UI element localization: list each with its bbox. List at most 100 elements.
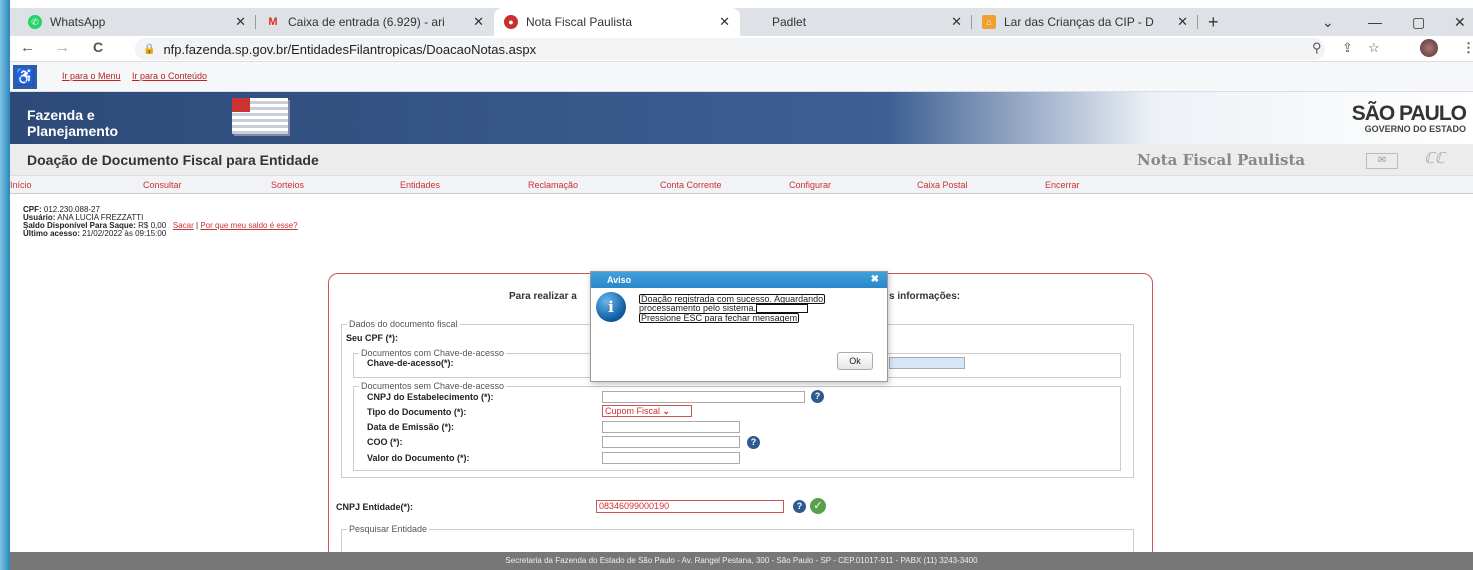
profile-avatar[interactable]: [1420, 39, 1438, 57]
main-menu: Início Consultar Sorteios Entidades Recl…: [10, 176, 1473, 194]
forward-button[interactable]: →: [55, 39, 70, 56]
home-icon: ⌂: [982, 15, 996, 29]
share-icon[interactable]: ⇪: [1342, 40, 1353, 56]
nfp-favicon-icon: ●: [504, 15, 518, 29]
message-line-2: processamento pelo sistema.: [639, 303, 757, 313]
fiscal-document-legend: Dados do documento fiscal: [349, 319, 458, 329]
nfp-logo-icon: ℂℂ: [1424, 150, 1445, 167]
left-decoration: [0, 0, 10, 570]
menu-item-sorteios[interactable]: Sorteios: [271, 180, 304, 190]
cnpj-estab-input[interactable]: [602, 391, 805, 403]
dialog-title: Aviso: [607, 275, 632, 285]
balance-help-link[interactable]: Por que meu saldo é esse?: [200, 221, 297, 230]
no-key-legend: Documentos sem Chave-de-acesso: [361, 381, 505, 391]
sao-paulo-government-logo: SÃO PAULO GOVERNO DO ESTADO: [1352, 103, 1467, 134]
dialog-message: Doação registrada com sucesso. Aguardand…: [639, 294, 865, 323]
menu-skip-link[interactable]: Ir para o Menu: [62, 71, 121, 81]
menu-item-entidades[interactable]: Entidades: [400, 180, 440, 190]
doc-type-select[interactable]: Cupom Fiscal ⌄: [602, 405, 692, 417]
tab-title: Lar das Crianças da CIP - Do: [1004, 15, 1154, 29]
close-tab-icon[interactable]: ✕: [719, 14, 730, 30]
lock-icon: 🔒: [143, 43, 156, 55]
help-icon[interactable]: ?: [793, 500, 806, 513]
tab-title: Caixa de entrada (6.929) - ari: [288, 15, 445, 29]
url-text: nfp.fazenda.sp.gov.br/EntidadesFilantrop…: [163, 41, 537, 57]
chevron-down-icon: ⌄: [662, 406, 671, 416]
accessibility-icon[interactable]: ♿: [13, 65, 37, 89]
url-field[interactable]: 🔒 nfp.fazenda.sp.gov.br/EntidadesFilantr…: [135, 38, 1325, 60]
maximize-button[interactable]: ▢: [1412, 8, 1425, 36]
tab-padlet[interactable]: Padlet ✕: [740, 8, 972, 36]
text-cursor-box: [756, 304, 809, 313]
menu-item-reclamacao[interactable]: Reclamação: [528, 180, 578, 190]
access-key-legend: Documentos com Chave-de-acesso: [361, 348, 505, 358]
close-tab-icon[interactable]: ✕: [235, 14, 246, 30]
coo-label: COO (*):: [367, 437, 403, 447]
entity-cnpj-label: CNPJ Entidade(*):: [336, 502, 414, 512]
close-dialog-icon[interactable]: ✖: [871, 272, 879, 288]
tab-title: Padlet: [772, 15, 807, 29]
cpf-field-label: Seu CPF (*):: [346, 333, 399, 343]
accessibility-bar: ♿ Ir para o Menu Ir para o Conteúdo: [10, 62, 1473, 92]
message-line-3: Pressione ESC para fechar mensagem: [639, 313, 800, 323]
link-separator: |: [196, 221, 199, 230]
zoom-icon[interactable]: ⚲: [1312, 40, 1322, 56]
menu-item-caixa-postal[interactable]: Caixa Postal: [917, 180, 968, 190]
last-access-value: 21/02/2022 às 09:15:00: [82, 229, 167, 238]
tab-nota-fiscal-paulista[interactable]: ● Nota Fiscal Paulista ✕: [494, 8, 740, 36]
emission-date-input[interactable]: [602, 421, 740, 433]
page-title-bar: Doação de Documento Fiscal para Entidade…: [10, 144, 1473, 176]
mail-icon[interactable]: ✉: [1366, 153, 1398, 169]
reload-button[interactable]: C: [93, 39, 103, 55]
cnpj-estab-label: CNPJ do Estabelecimento (*):: [367, 392, 494, 402]
doc-type-label: Tipo do Documento (*):: [367, 407, 467, 417]
coo-input[interactable]: [602, 436, 740, 448]
tab-whatsapp[interactable]: ✆ WhatsApp ✕: [18, 8, 256, 36]
org-logo-text: Fazenda e Planejamento: [27, 107, 118, 139]
emission-date-label: Data de Emissão (*):: [367, 422, 455, 432]
document-value-input[interactable]: [602, 452, 740, 464]
access-key-input[interactable]: [889, 357, 965, 369]
valid-check-icon: ✓: [810, 498, 826, 514]
tab-title: WhatsApp: [50, 15, 106, 29]
padlet-icon: [750, 15, 764, 29]
tab-gmail[interactable]: M Caixa de entrada (6.929) - ari ✕: [256, 8, 494, 36]
tab-title: Nota Fiscal Paulista: [526, 15, 633, 29]
info-icon: i: [596, 292, 626, 322]
help-icon[interactable]: ?: [747, 436, 760, 449]
header-banner: Fazenda e Planejamento SÃO PAULO GOVERNO…: [10, 92, 1473, 144]
ok-button[interactable]: Ok: [837, 352, 873, 370]
menu-item-configurar[interactable]: Configurar: [789, 180, 831, 190]
minimize-button[interactable]: —: [1368, 8, 1382, 36]
menu-item-inicio[interactable]: Início: [10, 180, 32, 190]
page-footer: Secretaria da Fazenda do Estado de São P…: [10, 552, 1473, 570]
close-tab-icon[interactable]: ✕: [1177, 14, 1188, 30]
page-title: Doação de Documento Fiscal para Entidade: [27, 152, 319, 168]
form-intro-text: Para realizar a: [509, 291, 577, 302]
content-skip-link[interactable]: Ir para o Conteúdo: [132, 71, 207, 81]
back-button[interactable]: ←: [20, 39, 35, 56]
new-tab-button[interactable]: +: [1208, 8, 1219, 36]
menu-item-consultar[interactable]: Consultar: [143, 180, 182, 190]
bookmark-star-icon[interactable]: ☆: [1368, 40, 1380, 56]
address-bar-row: ← → C 🔒 nfp.fazenda.sp.gov.br/EntidadesF…: [10, 36, 1473, 62]
sao-paulo-flag-icon: [232, 98, 288, 134]
entity-cnpj-input[interactable]: 08346099000190: [596, 500, 784, 513]
browser-menu-icon[interactable]: ⋮: [1462, 40, 1473, 56]
tab-search-button[interactable]: ⌄: [1322, 8, 1334, 36]
help-icon[interactable]: ?: [811, 390, 824, 403]
browser-tab-bar: ✆ WhatsApp ✕ M Caixa de entrada (6.929) …: [10, 8, 1473, 36]
tab-lar-das-criancas[interactable]: ⌂ Lar das Crianças da CIP - Do ✕: [972, 8, 1198, 36]
org-line-2: Planejamento: [27, 123, 119, 139]
close-tab-icon[interactable]: ✕: [473, 14, 484, 30]
notice-dialog: Aviso ✖ i Doação registrada com sucesso.…: [590, 271, 888, 382]
withdraw-link[interactable]: Sacar: [173, 221, 194, 230]
doc-type-value: Cupom Fiscal: [605, 406, 661, 416]
menu-item-encerrar[interactable]: Encerrar: [1045, 180, 1080, 190]
gmail-icon: M: [268, 16, 278, 28]
close-tab-icon[interactable]: ✕: [951, 14, 962, 30]
tab-separator: [1197, 15, 1198, 29]
org-line-1: Fazenda e: [27, 107, 95, 123]
menu-item-conta-corrente[interactable]: Conta Corrente: [660, 180, 722, 190]
close-window-button[interactable]: ✕: [1454, 8, 1466, 36]
